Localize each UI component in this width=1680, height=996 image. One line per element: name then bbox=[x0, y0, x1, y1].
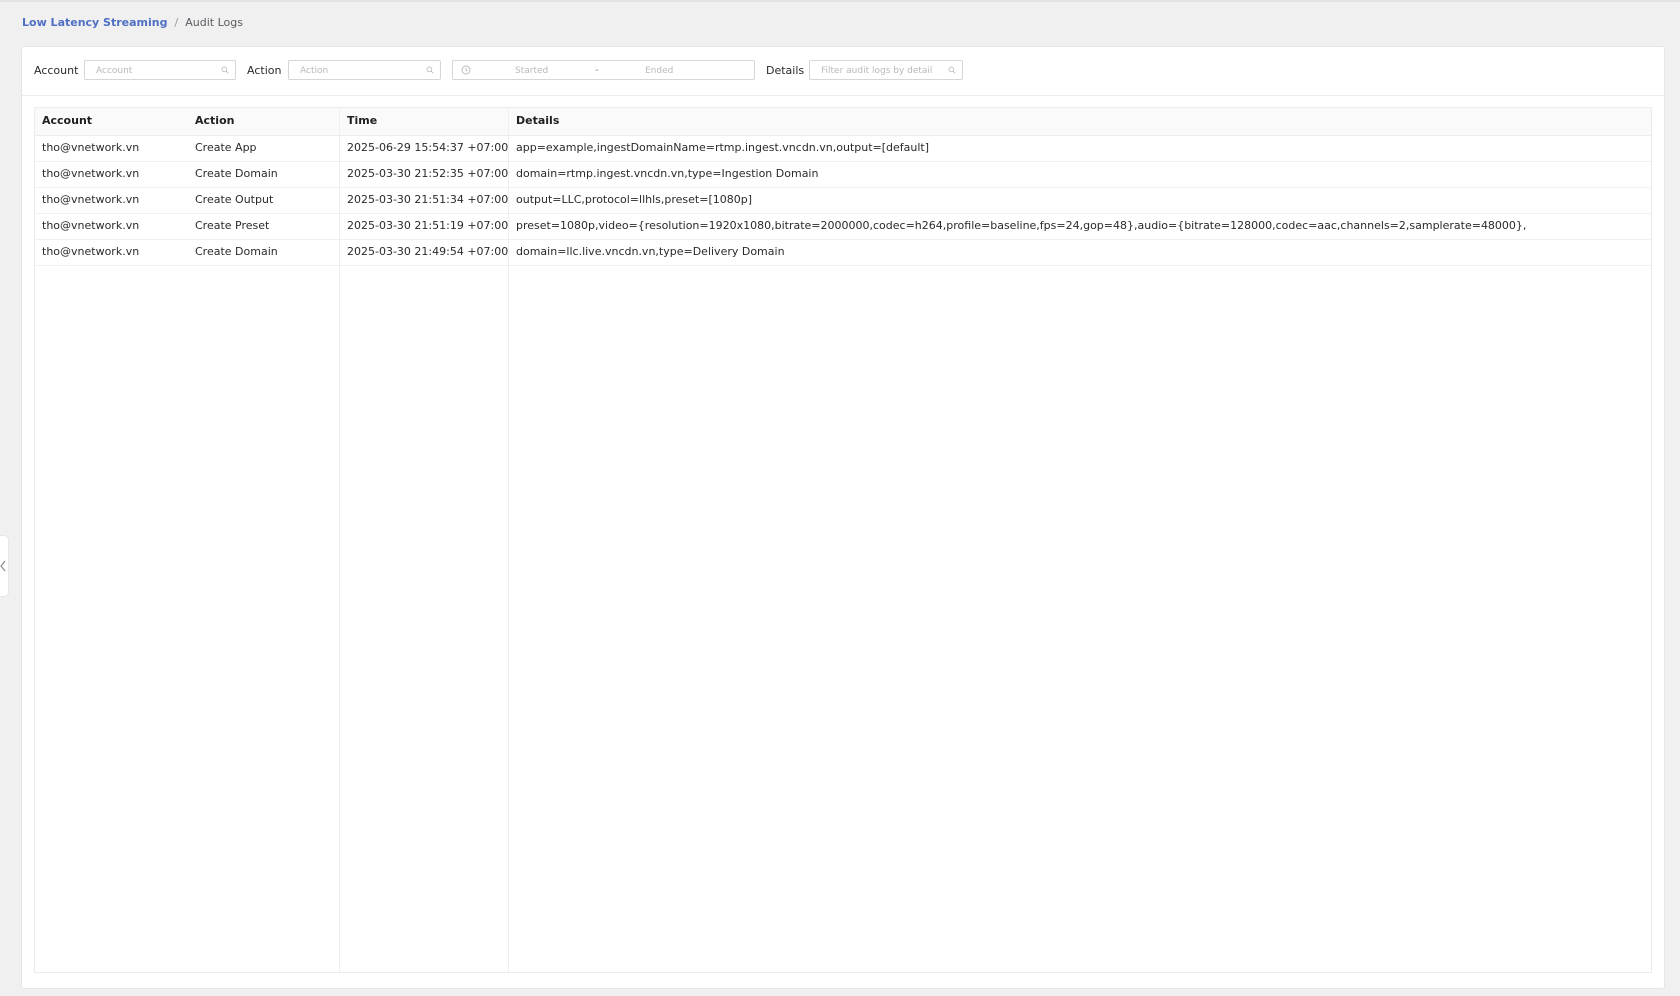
date-range-separator: - bbox=[595, 65, 599, 76]
cell-details: domain=llc.live.vncdn.vn,type=Delivery D… bbox=[516, 245, 785, 258]
cell-time: 2025-03-30 21:51:19 +07:00 bbox=[347, 219, 509, 232]
cell-time: 2025-03-30 21:51:34 +07:00 bbox=[347, 193, 509, 206]
cell-details: app=example,ingestDomainName=rtmp.ingest… bbox=[516, 141, 930, 154]
table-row[interactable]: tho@vnetwork.vn Create Domain 2025-03-30… bbox=[35, 161, 1651, 188]
date-start-placeholder: Started bbox=[515, 66, 549, 76]
details-filter-placeholder: Filter audit logs by detail bbox=[821, 66, 933, 76]
details-filter-input[interactable]: Filter audit logs by detail bbox=[809, 60, 963, 80]
account-filter-label: Account bbox=[34, 64, 79, 77]
top-divider bbox=[0, 0, 1680, 2]
audit-logs-table: Account Action Time Details tho@vnetwork… bbox=[34, 107, 1652, 973]
date-end-placeholder: Ended bbox=[645, 66, 674, 76]
breadcrumb: Low Latency Streaming / Audit Logs bbox=[22, 14, 243, 32]
cell-action: Create Output bbox=[195, 193, 274, 206]
cell-time: 2025-03-30 21:52:35 +07:00 bbox=[347, 167, 509, 180]
table-row[interactable]: tho@vnetwork.vn Create App 2025-06-29 15… bbox=[35, 135, 1651, 162]
cell-time: 2025-03-30 21:49:54 +07:00 bbox=[347, 245, 509, 258]
action-filter-placeholder: Action bbox=[300, 66, 329, 76]
cell-account: tho@vnetwork.vn bbox=[42, 167, 140, 180]
audit-logs-card: Account Account Action Action Started - … bbox=[22, 47, 1664, 988]
table-row[interactable]: tho@vnetwork.vn Create Domain 2025-03-30… bbox=[35, 239, 1651, 266]
action-filter-input[interactable]: Action bbox=[288, 60, 441, 80]
details-filter-label: Details bbox=[766, 64, 805, 77]
account-filter-placeholder: Account bbox=[96, 66, 133, 76]
cell-account: tho@vnetwork.vn bbox=[42, 141, 140, 154]
date-range-picker[interactable]: Started - Ended bbox=[452, 60, 755, 80]
cell-details: domain=rtmp.ingest.vncdn.vn,type=Ingesti… bbox=[516, 167, 819, 180]
cell-account: tho@vnetwork.vn bbox=[42, 245, 140, 258]
account-filter-input[interactable]: Account bbox=[84, 60, 236, 80]
table-row[interactable]: tho@vnetwork.vn Create Output 2025-03-30… bbox=[35, 187, 1651, 214]
table-row[interactable]: tho@vnetwork.vn Create Preset 2025-03-30… bbox=[35, 213, 1651, 240]
breadcrumb-low-latency-streaming[interactable]: Low Latency Streaming bbox=[22, 14, 168, 32]
search-icon bbox=[948, 66, 956, 74]
cell-action: Create Preset bbox=[195, 219, 270, 232]
cell-account: tho@vnetwork.vn bbox=[42, 193, 140, 206]
table-header: Account Action Time Details bbox=[35, 108, 1651, 136]
cell-details: output=LLC,protocol=llhls,preset=[1080p] bbox=[516, 193, 753, 206]
column-header-details: Details bbox=[516, 114, 560, 127]
cell-action: Create App bbox=[195, 141, 257, 154]
cell-action: Create Domain bbox=[195, 245, 278, 258]
column-header-account: Account bbox=[42, 114, 93, 127]
action-filter-label: Action bbox=[247, 64, 282, 77]
search-icon bbox=[426, 66, 434, 74]
cell-time: 2025-06-29 15:54:37 +07:00 bbox=[347, 141, 509, 154]
cell-action: Create Domain bbox=[195, 167, 278, 180]
breadcrumb-current: Audit Logs bbox=[185, 16, 243, 29]
sidebar-collapse-handle[interactable] bbox=[0, 536, 8, 596]
filter-bar: Account Account Action Action Started - … bbox=[22, 47, 1664, 96]
cell-account: tho@vnetwork.vn bbox=[42, 219, 140, 232]
cell-details: preset=1080p,video={resolution=1920x1080… bbox=[516, 219, 1527, 232]
column-header-time: Time bbox=[347, 114, 378, 127]
breadcrumb-separator: / bbox=[174, 16, 179, 29]
search-icon bbox=[221, 66, 229, 74]
clock-icon bbox=[461, 65, 471, 75]
column-header-action: Action bbox=[195, 114, 235, 127]
chevron-left-icon bbox=[0, 560, 6, 572]
